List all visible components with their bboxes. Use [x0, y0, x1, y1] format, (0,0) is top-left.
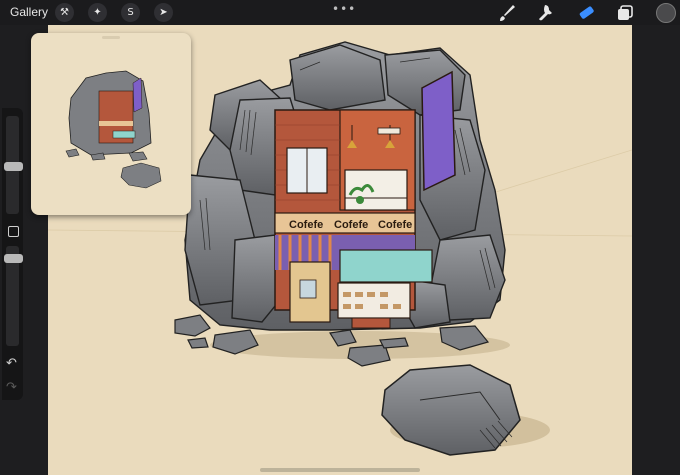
right-margin	[632, 25, 680, 475]
undo-icon[interactable]: ↶	[6, 356, 17, 371]
reference-thumbnail	[65, 70, 162, 189]
eraser-icon[interactable]	[576, 3, 596, 23]
top-toolbar: Gallery ⚒ ✦ S ➤ •••	[0, 0, 680, 25]
redo-icon[interactable]: ↷	[6, 380, 17, 395]
sign-text-3: Cofefe	[378, 219, 412, 231]
smudge-icon[interactable]	[536, 3, 556, 23]
reference-drag-handle[interactable]	[102, 36, 120, 39]
brush-icon[interactable]	[497, 3, 517, 23]
reference-window[interactable]	[31, 33, 191, 215]
hanging-sign	[421, 70, 456, 192]
sign-text-2: Cofefe	[334, 219, 368, 231]
square-icon[interactable]	[8, 226, 19, 237]
gallery-button[interactable]: Gallery	[10, 5, 48, 19]
coffee-shop-building: Cofefe Cofefe Cofefe	[274, 109, 433, 329]
sign-text-1: Cofefe	[289, 219, 323, 231]
magic-wand-icon[interactable]: ✦	[88, 3, 107, 22]
more-options-dots[interactable]: •••	[332, 2, 356, 16]
foreground-boulder	[381, 364, 521, 456]
opacity-knob[interactable]	[4, 254, 23, 263]
wrench-icon[interactable]: ⚒	[55, 3, 74, 22]
transform-arrow-icon[interactable]: ➤	[154, 3, 173, 22]
brush-size-knob[interactable]	[4, 162, 23, 171]
layers-icon[interactable]	[615, 3, 635, 23]
color-picker-button[interactable]	[656, 3, 676, 23]
home-indicator	[260, 468, 420, 472]
brush-sidebar: ↶ ↷	[2, 108, 23, 400]
selection-s-icon[interactable]: S	[121, 3, 140, 22]
